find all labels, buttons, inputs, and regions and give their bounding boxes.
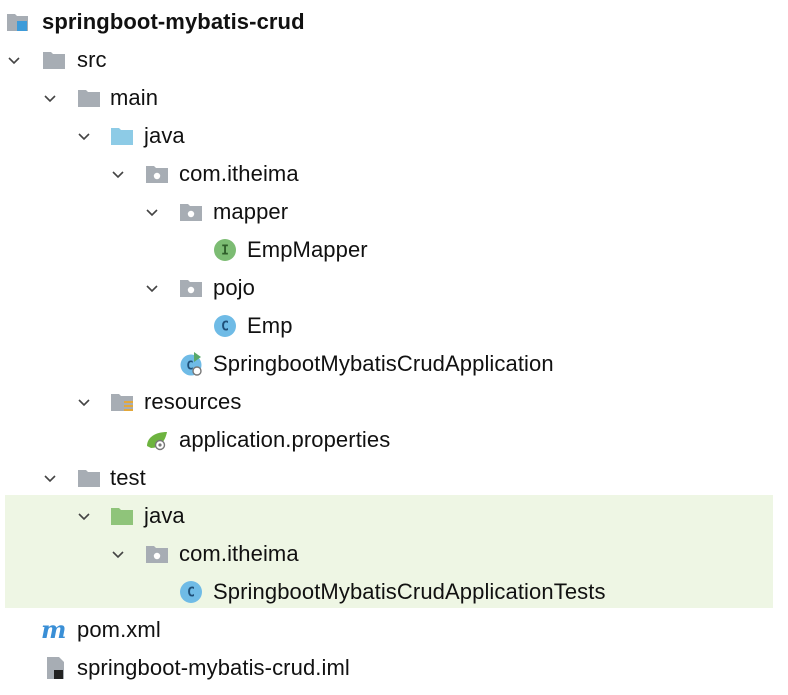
tree-row-main-package[interactable]: com.itheima bbox=[0, 155, 780, 193]
tree-label-src: src bbox=[77, 47, 107, 72]
package-icon bbox=[145, 162, 169, 186]
module-folder-icon bbox=[6, 10, 30, 34]
svg-text:m: m bbox=[41, 615, 66, 644]
tree-row-test-package[interactable]: com.itheima bbox=[0, 535, 780, 573]
tree-label-main-java: java bbox=[144, 123, 185, 148]
chevron-down-icon[interactable] bbox=[112, 168, 124, 180]
tree-row-pom[interactable]: m pom.xml bbox=[0, 611, 780, 649]
tree-label-test: test bbox=[110, 465, 146, 490]
chevron-down-icon[interactable] bbox=[78, 396, 90, 408]
tree-row-src[interactable]: src bbox=[0, 41, 780, 79]
tree-label-test-java: java bbox=[144, 503, 185, 528]
tree-label-root: springboot-mybatis-crud bbox=[42, 9, 305, 34]
tree-row-test-java[interactable]: java bbox=[0, 497, 780, 535]
tree-row-main-java[interactable]: java bbox=[0, 117, 780, 155]
package-icon bbox=[179, 276, 203, 300]
chevron-down-icon[interactable] bbox=[146, 282, 158, 294]
package-icon bbox=[145, 542, 169, 566]
folder-icon bbox=[77, 86, 101, 110]
tree-row-main[interactable]: main bbox=[0, 79, 780, 117]
source-root-folder-icon bbox=[110, 124, 134, 148]
tree-label-mapper: mapper bbox=[213, 199, 289, 224]
tree-row-emp[interactable]: C Emp bbox=[0, 307, 780, 345]
tree-label-emp-mapper: EmpMapper bbox=[247, 237, 368, 262]
chevron-down-icon[interactable] bbox=[8, 54, 20, 66]
chevron-down-icon[interactable] bbox=[146, 206, 158, 218]
chevron-down-icon[interactable] bbox=[78, 510, 90, 522]
interface-icon: I bbox=[213, 238, 237, 262]
tree-label-pojo: pojo bbox=[213, 275, 255, 300]
tree-row-test[interactable]: test bbox=[0, 459, 780, 497]
tree-label-main-package: com.itheima bbox=[179, 161, 299, 186]
tree-label-app-props: application.properties bbox=[179, 427, 391, 452]
svg-text:I: I bbox=[221, 244, 229, 259]
class-icon: C bbox=[179, 580, 203, 604]
tree-label-emp: Emp bbox=[247, 313, 293, 338]
tree-row-app-class[interactable]: C SpringbootMybatisCrudApplication bbox=[0, 345, 780, 383]
tree-row-pojo[interactable]: pojo bbox=[0, 269, 780, 307]
class-icon: C bbox=[213, 314, 237, 338]
tree-label-resources: resources bbox=[144, 389, 242, 414]
tree-row-iml[interactable]: springboot-mybatis-crud.iml bbox=[0, 649, 780, 687]
spring-boot-class-icon: C bbox=[179, 352, 203, 376]
chevron-down-icon[interactable] bbox=[78, 130, 90, 142]
tree-label-main: main bbox=[110, 85, 159, 110]
tree-row-resources[interactable]: resources bbox=[0, 383, 780, 421]
tree-row-root[interactable]: springboot-mybatis-crud bbox=[0, 3, 780, 41]
chevron-down-icon[interactable] bbox=[112, 548, 124, 560]
tree-row-emp-mapper[interactable]: I EmpMapper bbox=[0, 231, 780, 269]
svg-text:C: C bbox=[221, 320, 229, 335]
tree-row-mapper[interactable]: mapper bbox=[0, 193, 780, 231]
chevron-down-icon[interactable] bbox=[44, 472, 56, 484]
folder-icon bbox=[77, 466, 101, 490]
iml-file-icon bbox=[44, 656, 68, 680]
svg-text:C: C bbox=[187, 586, 195, 601]
package-icon bbox=[179, 200, 203, 224]
tree-label-pom: pom.xml bbox=[77, 617, 161, 642]
tree-label-app-class: SpringbootMybatisCrudApplication bbox=[213, 351, 554, 376]
tree-row-test-class[interactable]: C SpringbootMybatisCrudApplicationTests bbox=[0, 573, 780, 611]
tree-label-iml: springboot-mybatis-crud.iml bbox=[77, 655, 350, 680]
spring-properties-icon bbox=[145, 428, 169, 452]
tree-label-test-class: SpringbootMybatisCrudApplicationTests bbox=[213, 579, 606, 604]
maven-icon: m bbox=[41, 615, 66, 644]
folder-icon bbox=[42, 48, 66, 72]
chevron-down-icon[interactable] bbox=[44, 92, 56, 104]
project-tree: springboot-mybatis-crud src main java co… bbox=[0, 0, 788, 695]
tree-row-app-props[interactable]: application.properties bbox=[0, 421, 780, 459]
resources-root-folder-icon bbox=[110, 390, 134, 414]
test-root-folder-icon bbox=[110, 504, 134, 528]
tree-label-test-package: com.itheima bbox=[179, 541, 299, 566]
